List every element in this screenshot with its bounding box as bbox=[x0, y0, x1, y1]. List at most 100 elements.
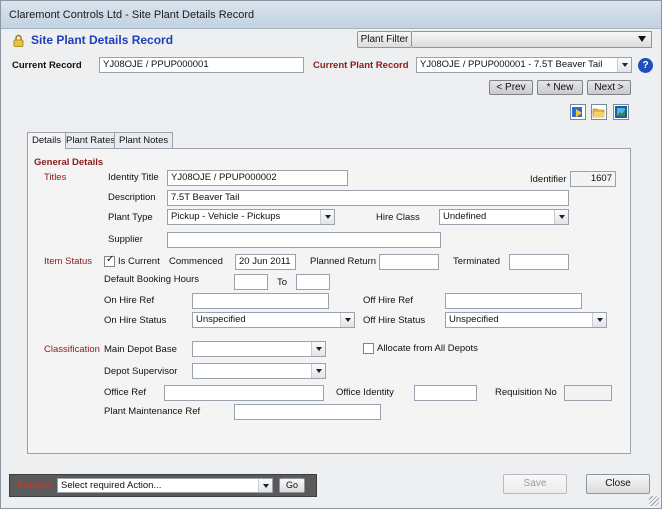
window-title: Claremont Controls Ltd - Site Plant Deta… bbox=[9, 9, 255, 21]
chevron-down-icon[interactable] bbox=[311, 364, 325, 378]
chevron-down-icon[interactable] bbox=[617, 58, 631, 72]
tab-plant-notes[interactable]: Plant Notes bbox=[114, 132, 174, 148]
resize-grip-icon[interactable] bbox=[649, 496, 659, 506]
open-folder-icon[interactable] bbox=[591, 104, 607, 120]
tab-plant-rates-label: Plant Rates bbox=[66, 135, 116, 146]
office-ref-label: Office Ref bbox=[104, 387, 147, 398]
plant-maintenance-ref-field[interactable] bbox=[234, 404, 381, 420]
plant-filter-label: Plant Filter bbox=[360, 34, 409, 45]
main-depot-base-select[interactable] bbox=[192, 341, 326, 357]
chevron-down-icon[interactable] bbox=[311, 342, 325, 356]
current-record-field[interactable]: YJ08OJE / PPUP000001 bbox=[99, 57, 304, 73]
terminated-label: Terminated bbox=[453, 256, 500, 267]
close-label: Close bbox=[605, 478, 631, 489]
save-label: Save bbox=[523, 478, 547, 489]
help-glyph: ? bbox=[642, 60, 649, 71]
current-plant-record-select[interactable]: YJ08OJE / PPUP000001 - 7.5T Beaver Tail bbox=[416, 57, 632, 73]
lock-icon bbox=[13, 34, 24, 50]
commenced-label: Commenced bbox=[169, 256, 223, 267]
office-ref-field[interactable] bbox=[164, 385, 324, 401]
tab-details-label: Details bbox=[32, 135, 62, 146]
chevron-down-icon[interactable] bbox=[340, 313, 354, 327]
hire-class-value: Undefined bbox=[443, 211, 487, 222]
to-label: To bbox=[277, 277, 288, 288]
is-current-label: Is Current bbox=[118, 256, 160, 267]
identifier-field: 1607 bbox=[570, 171, 616, 187]
new-button[interactable]: * New bbox=[537, 80, 583, 95]
plant-type-select[interactable]: Pickup - Vehicle - Pickups bbox=[167, 209, 335, 225]
current-plant-record-label: Current Plant Record bbox=[313, 60, 409, 71]
chevron-down-icon[interactable] bbox=[258, 479, 272, 492]
tab-details[interactable]: Details bbox=[27, 132, 67, 149]
office-identity-label: Office Identity bbox=[336, 387, 394, 398]
allocate-all-depots-checkbox[interactable] bbox=[363, 343, 374, 354]
actions-select[interactable]: Select required Action... bbox=[57, 478, 273, 493]
depot-supervisor-label: Depot Supervisor bbox=[104, 366, 178, 377]
chevron-down-icon[interactable] bbox=[554, 210, 568, 224]
go-label: Go bbox=[285, 480, 298, 490]
chevron-down-icon[interactable] bbox=[320, 210, 334, 224]
default-booking-hours-label: Default Booking Hours bbox=[104, 274, 200, 285]
titles-section-label: Titles bbox=[44, 172, 67, 183]
identity-title-field[interactable]: YJ08OJE / PPUP000002 bbox=[167, 170, 348, 186]
plant-type-label: Plant Type bbox=[108, 212, 153, 223]
supplier-field[interactable] bbox=[167, 232, 441, 248]
off-hire-status-select[interactable]: Unspecified bbox=[445, 312, 607, 328]
supplier-label: Supplier bbox=[108, 234, 143, 245]
description-label: Description bbox=[108, 192, 156, 203]
go-button[interactable]: Go bbox=[279, 478, 305, 493]
form-title: Site Plant Details Record bbox=[31, 33, 174, 47]
planned-return-label: Planned Return bbox=[310, 256, 377, 267]
booking-to-field[interactable] bbox=[296, 274, 330, 290]
current-plant-record-value: YJ08OJE / PPUP000001 - 7.5T Beaver Tail bbox=[420, 59, 603, 70]
save-button[interactable]: Save bbox=[503, 474, 567, 494]
identifier-label: Identifier bbox=[530, 174, 567, 185]
next-label: Next > bbox=[594, 82, 624, 93]
off-hire-ref-field[interactable] bbox=[445, 293, 582, 309]
requisition-no-label: Requisition No bbox=[495, 387, 557, 398]
tab-plant-notes-label: Plant Notes bbox=[119, 135, 169, 146]
identity-title-label: Identity Title bbox=[108, 172, 159, 183]
new-label: * New bbox=[546, 82, 574, 93]
general-details-heading: General Details bbox=[34, 157, 104, 168]
commenced-field[interactable]: 20 Jun 2011 bbox=[235, 254, 296, 270]
on-hire-ref-field[interactable] bbox=[192, 293, 329, 309]
hire-class-select[interactable]: Undefined bbox=[439, 209, 569, 225]
prev-button[interactable]: < Prev bbox=[489, 80, 533, 95]
tab-plant-rates[interactable]: Plant Rates bbox=[61, 132, 121, 148]
plant-filter-strip[interactable] bbox=[412, 31, 652, 48]
chevron-down-icon[interactable] bbox=[592, 313, 606, 327]
plant-filter-button[interactable]: Plant Filter bbox=[357, 31, 412, 48]
image-icon[interactable] bbox=[613, 104, 629, 120]
on-hire-status-select[interactable]: Unspecified bbox=[192, 312, 355, 328]
description-field[interactable]: 7.5T Beaver Tail bbox=[167, 190, 569, 206]
off-hire-status-label: Off Hire Status bbox=[363, 315, 426, 326]
on-hire-status-label: On Hire Status bbox=[104, 315, 167, 326]
off-hire-status-value: Unspecified bbox=[449, 314, 499, 325]
classification-section-label: Classification bbox=[44, 344, 100, 355]
filter-dropdown-icon[interactable] bbox=[638, 36, 646, 42]
depot-supervisor-select[interactable] bbox=[192, 363, 326, 379]
off-hire-ref-label: Off Hire Ref bbox=[363, 295, 413, 306]
terminated-field[interactable] bbox=[509, 254, 569, 270]
on-hire-ref-label: On Hire Ref bbox=[104, 295, 155, 306]
main-depot-base-label: Main Depot Base bbox=[104, 344, 177, 355]
import-icon[interactable] bbox=[570, 104, 586, 120]
help-icon[interactable]: ? bbox=[638, 58, 653, 73]
item-status-section-label: Item Status bbox=[44, 256, 93, 267]
planned-return-field[interactable] bbox=[379, 254, 439, 270]
hire-class-label: Hire Class bbox=[376, 212, 420, 223]
requisition-no-field bbox=[564, 385, 612, 401]
next-button[interactable]: Next > bbox=[587, 80, 631, 95]
on-hire-status-value: Unspecified bbox=[196, 314, 246, 325]
actions-placeholder: Select required Action... bbox=[61, 480, 162, 491]
actions-bar: Actions Select required Action... Go bbox=[9, 474, 317, 497]
title-bar: Claremont Controls Ltd - Site Plant Deta… bbox=[1, 1, 661, 29]
prev-label: < Prev bbox=[496, 82, 526, 93]
is-current-checkbox[interactable] bbox=[104, 254, 115, 267]
current-record-label: Current Record bbox=[12, 60, 82, 71]
allocate-all-depots-label: Allocate from All Depots bbox=[377, 343, 478, 354]
close-button[interactable]: Close bbox=[586, 474, 650, 494]
office-identity-field[interactable] bbox=[414, 385, 477, 401]
booking-from-field[interactable] bbox=[234, 274, 268, 290]
